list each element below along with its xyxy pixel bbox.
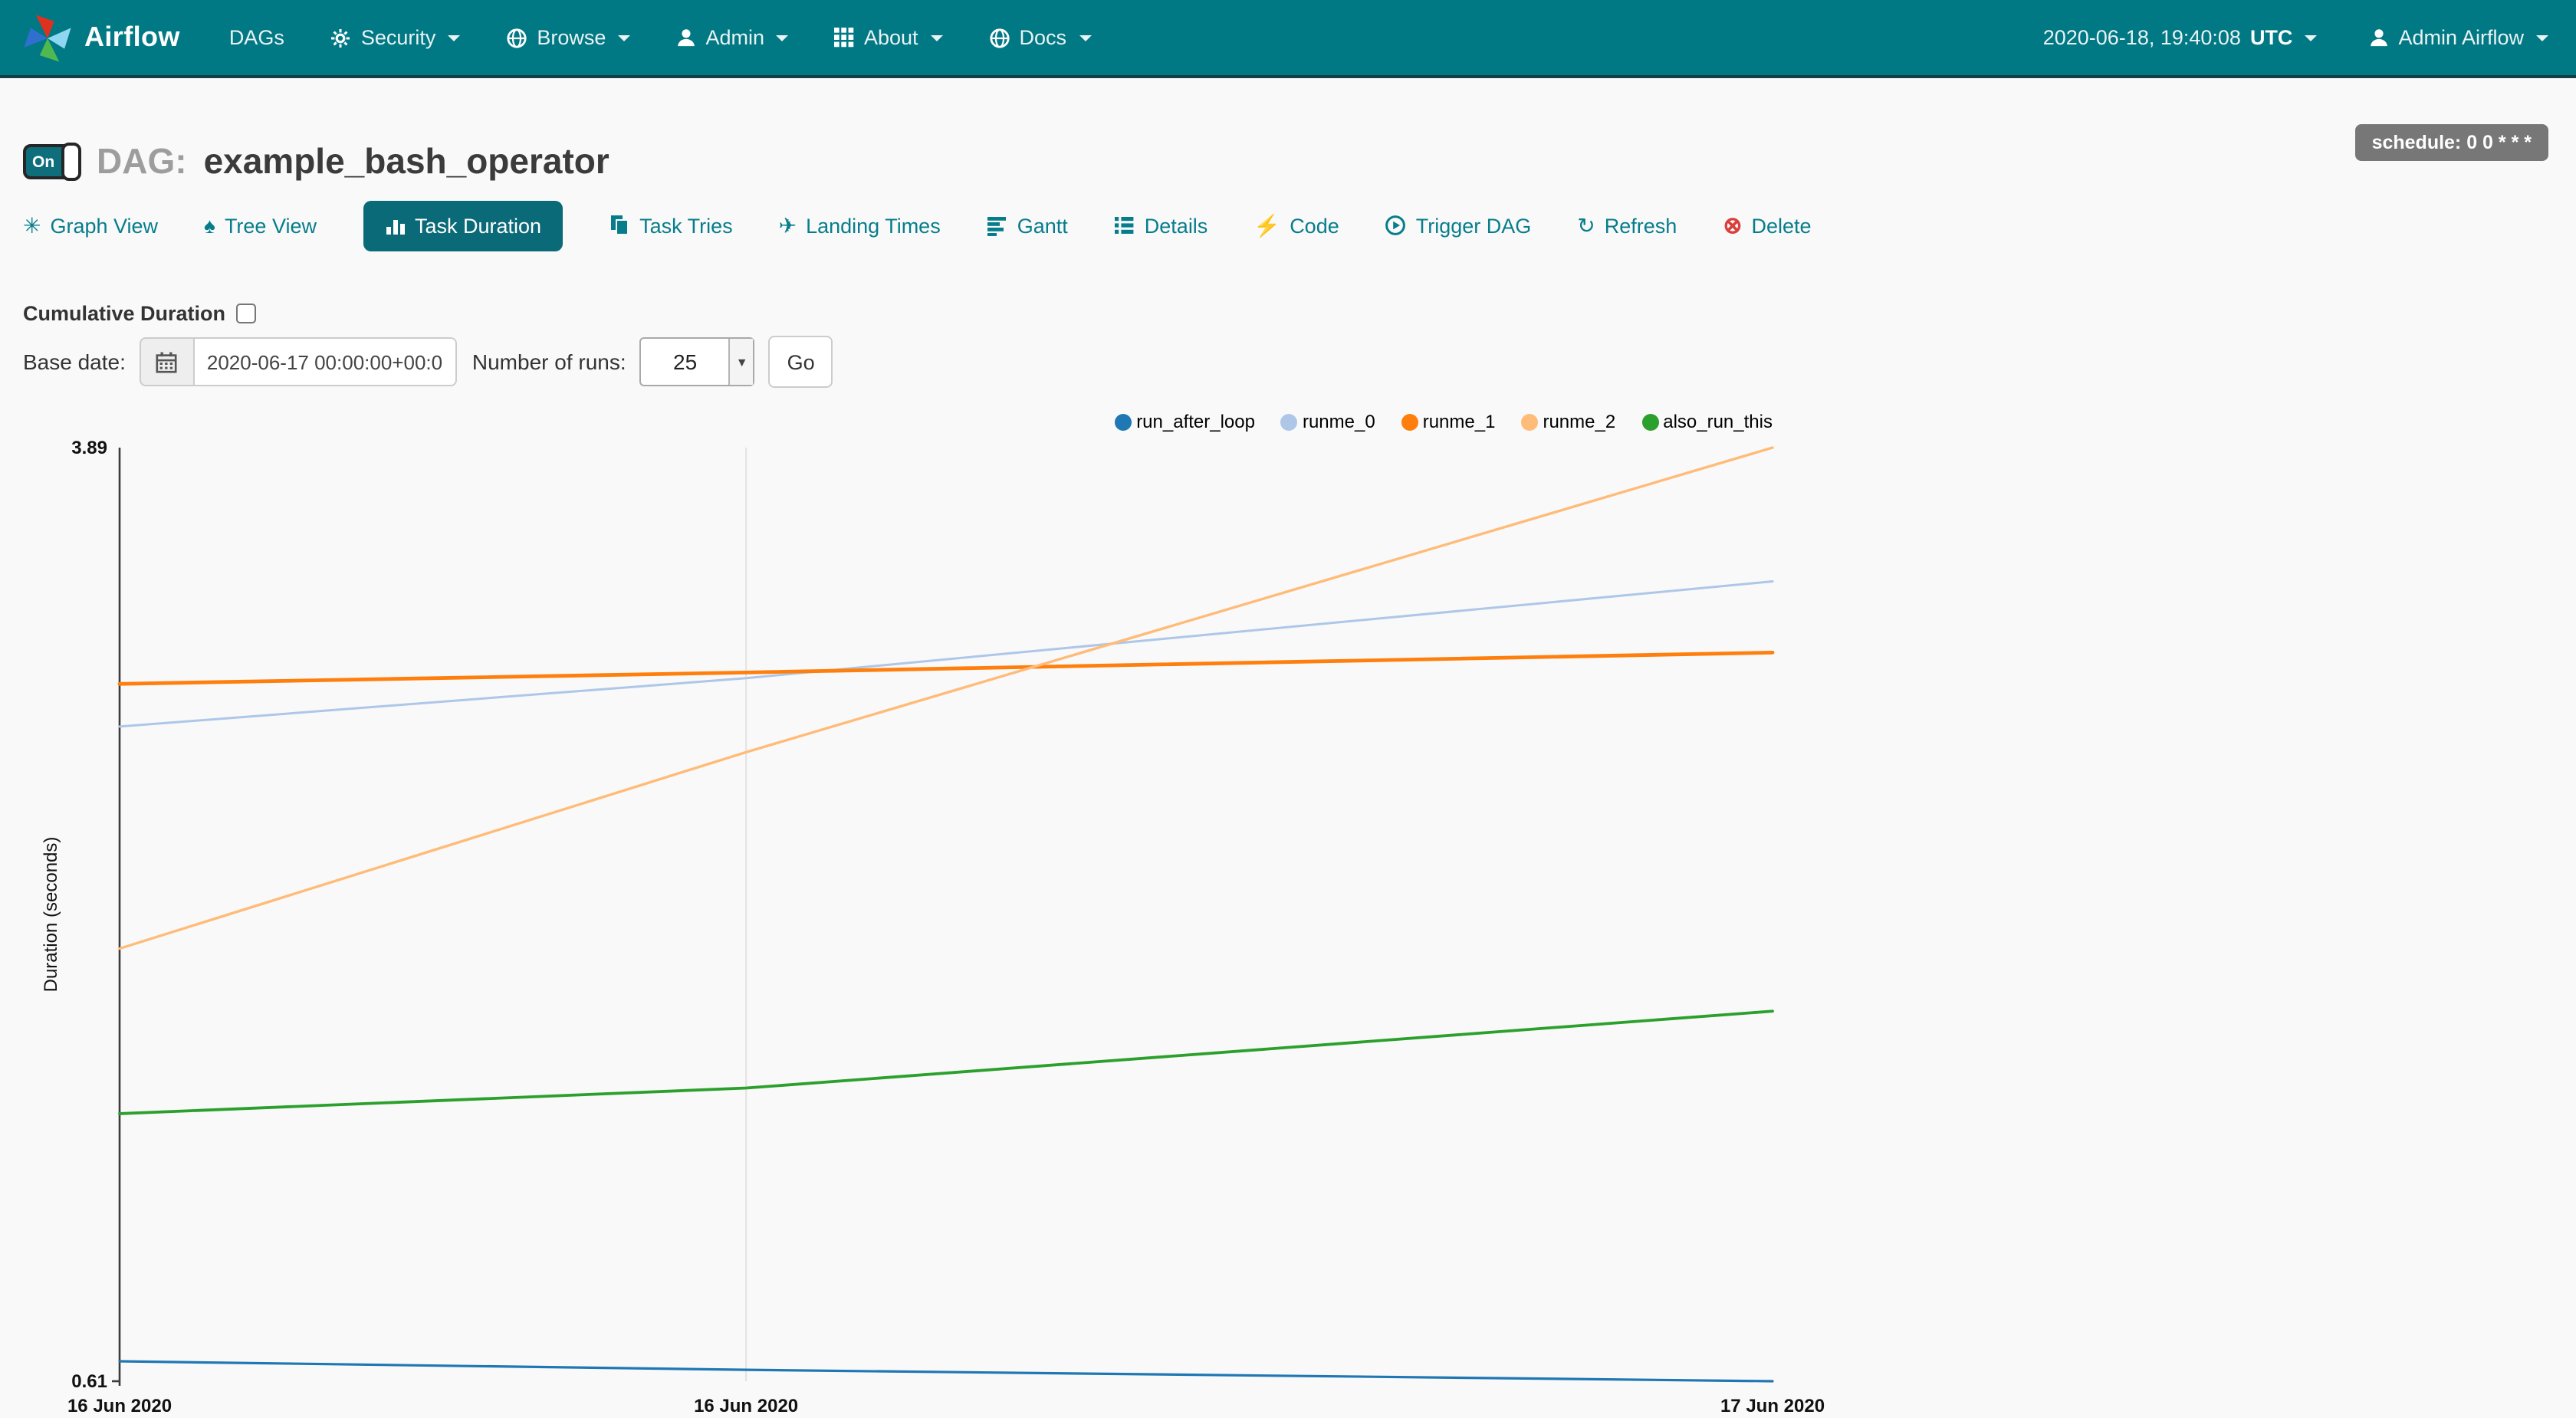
cumulative-duration-row: Cumulative Duration — [23, 302, 256, 325]
tab-delete[interactable]: ⊗ Delete — [1723, 212, 1811, 239]
tab-task-duration[interactable]: Task Duration — [363, 200, 563, 251]
brand-label: Airflow — [84, 21, 180, 54]
tab-gantt[interactable]: Gantt — [987, 214, 1068, 237]
task-duration-chart: 3.89 0.61 16 Jun 2020 16 Jun 2020 17 Jun 202… — [0, 391, 2576, 1418]
tab-label: Details — [1145, 214, 1208, 237]
dag-pause-toggle[interactable]: On — [23, 144, 80, 179]
list-details-icon — [1114, 215, 1135, 236]
grid-icon — [835, 28, 855, 48]
globe-icon — [506, 27, 527, 48]
tab-label: Code — [1290, 214, 1339, 237]
graph-view-icon: ✳ — [23, 212, 41, 238]
copy-pages-icon — [609, 215, 630, 236]
base-date-label: Base date: — [23, 350, 126, 374]
caret-down-icon — [2536, 34, 2548, 41]
caret-down-icon — [2305, 34, 2317, 41]
nav-label: Security — [361, 26, 436, 49]
globe-icon — [989, 27, 1010, 48]
nav-item-docs[interactable]: Docs — [989, 26, 1092, 49]
tab-label: Landing Times — [806, 214, 941, 237]
play-circle-icon — [1385, 215, 1407, 236]
navbar-right: 2020-06-18, 19:40:08 UTC Admin Airflow — [2043, 26, 2576, 49]
tab-graph-view[interactable]: ✳ Graph View — [23, 212, 158, 238]
user-menu[interactable]: Admin Airflow — [2369, 26, 2548, 49]
cumulative-duration-checkbox[interactable] — [236, 304, 256, 323]
tab-tree-view[interactable]: ♠ Tree View — [204, 213, 317, 238]
user-icon — [676, 28, 696, 48]
svg-text:16 Jun 2020: 16 Jun 2020 — [67, 1396, 172, 1416]
cumulative-duration-label: Cumulative Duration — [23, 302, 225, 325]
delete-circle-icon: ⊗ — [1723, 212, 1742, 239]
tab-trigger-dag[interactable]: Trigger DAG — [1385, 214, 1532, 237]
svg-text:3.89: 3.89 — [71, 438, 107, 458]
clock-timezone: UTC — [2250, 26, 2293, 49]
number-of-runs-label: Number of runs: — [472, 350, 626, 374]
nav-item-browse[interactable]: Browse — [506, 26, 630, 49]
svg-text:17 Jun 2020: 17 Jun 2020 — [1720, 1396, 1825, 1416]
caret-down-icon — [448, 34, 460, 41]
nav-item-security[interactable]: Security — [330, 26, 461, 49]
nav-label: DAGs — [229, 26, 284, 49]
caret-down-icon — [618, 34, 630, 41]
dag-prefix-label: DAG: — [97, 141, 187, 182]
tab-label: Trigger DAG — [1416, 214, 1532, 237]
airflow-brand[interactable]: Airflow — [21, 11, 180, 64]
airflow-page: Airflow DAGs Security — [0, 0, 2576, 1418]
tab-label: Tree View — [225, 214, 317, 237]
svg-text:16 Jun 2020: 16 Jun 2020 — [694, 1396, 798, 1416]
base-date-input[interactable] — [193, 337, 457, 386]
caret-down-icon — [777, 34, 789, 41]
go-button[interactable]: Go — [769, 336, 833, 388]
tab-refresh[interactable]: ↻ Refresh — [1577, 212, 1677, 238]
gear-icon — [330, 27, 352, 48]
top-navbar: Airflow DAGs Security — [0, 0, 2576, 78]
dag-header: On DAG: example_bash_operator — [23, 141, 610, 182]
tab-label: Task Tries — [639, 214, 733, 237]
clock-dropdown[interactable]: 2020-06-18, 19:40:08 UTC — [2043, 26, 2318, 49]
caret-down-icon — [1079, 34, 1091, 41]
nav-label: Docs — [1020, 26, 1067, 49]
runs-selected-value: 25 — [642, 339, 729, 385]
tab-label: Gantt — [1017, 214, 1068, 237]
svg-text:0.61: 0.61 — [71, 1371, 107, 1392]
number-of-runs-select[interactable]: 25 ▼ — [640, 337, 755, 386]
base-date-input-group — [140, 337, 457, 386]
calendar-icon — [140, 337, 193, 386]
tab-label: Refresh — [1605, 214, 1677, 237]
page-title: example_bash_operator — [204, 141, 610, 182]
user-label: Admin Airflow — [2398, 26, 2524, 49]
tab-landing-times[interactable]: ✈ Landing Times — [779, 212, 941, 238]
tab-code[interactable]: ⚡ Code — [1254, 212, 1339, 238]
select-dropdown-arrow-icon: ▼ — [729, 339, 754, 385]
tab-label: Delete — [1751, 214, 1811, 237]
lightning-bolt-icon: ⚡ — [1254, 212, 1280, 238]
tab-details[interactable]: Details — [1114, 214, 1208, 237]
nav-label: Admin — [705, 26, 764, 49]
plane-icon: ✈ — [779, 212, 797, 238]
refresh-icon: ↻ — [1577, 212, 1595, 238]
airflow-pinwheel-logo-icon — [21, 11, 74, 64]
toggle-knob — [61, 143, 81, 181]
navbar-menu: DAGs Security — [229, 26, 1091, 49]
nav-label: About — [864, 26, 918, 49]
nav-item-dags[interactable]: DAGs — [229, 26, 284, 49]
schedule-badge: schedule: 0 0 * * * — [2355, 124, 2548, 161]
bar-chart-icon — [384, 215, 406, 236]
tab-label: Task Duration — [415, 214, 541, 237]
clock-text: 2020-06-18, 19:40:08 — [2043, 26, 2241, 49]
tab-label: Graph View — [50, 214, 158, 237]
nav-label: Browse — [537, 26, 606, 49]
chart-controls-form: Base date: Number of runs: 25 ▼ — [23, 336, 833, 388]
tree-view-icon: ♠ — [204, 213, 215, 238]
nav-item-about[interactable]: About — [835, 26, 943, 49]
caret-down-icon — [931, 34, 943, 41]
tab-task-tries[interactable]: Task Tries — [609, 214, 733, 237]
user-icon — [2369, 28, 2389, 48]
nav-item-admin[interactable]: Admin — [676, 26, 789, 49]
dag-view-tabs: ✳ Graph View ♠ Tree View Task Duration — [23, 195, 1812, 256]
svg-text:Duration (seconds): Duration (seconds) — [41, 837, 61, 993]
gantt-bars-icon — [987, 215, 1008, 236]
toggle-on-label: On — [32, 153, 54, 171]
